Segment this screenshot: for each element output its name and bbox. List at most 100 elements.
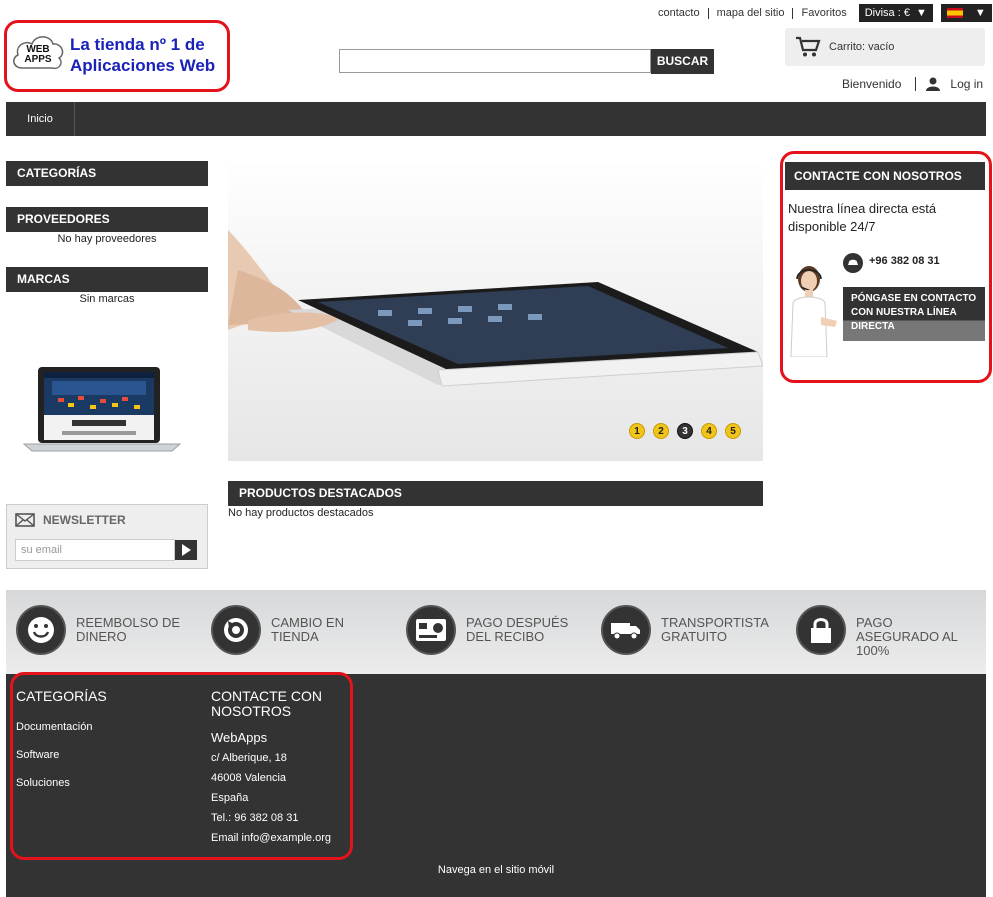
logo-badge-line2: APPS [24, 54, 52, 65]
nav-item-inicio[interactable]: Inicio [6, 102, 75, 136]
smiley-icon [16, 605, 66, 655]
footer-categories-title: CATEGORÍAS [16, 688, 107, 704]
reassurance-label-line: Pago [856, 615, 893, 630]
contact-block-title: CONTACTE CON NOSOTROS [785, 162, 985, 190]
reassurance-label-line: tienda [271, 629, 319, 644]
reassurance-label-line: Reembolso de [76, 615, 181, 630]
contact-button-line1: PÓNGASE EN CONTACTO [851, 293, 977, 304]
cart-label: Carrito: vacío [829, 41, 895, 53]
lock-icon [796, 605, 846, 655]
reassurance-label-line: Cambio en [271, 615, 344, 630]
link-contacto[interactable]: contacto [650, 7, 708, 19]
contact-button-line3: DIRECTA [851, 321, 895, 332]
reassurance-label-line: gratuito [661, 629, 727, 644]
user-icon [926, 77, 941, 91]
slider-dot[interactable]: 1 [629, 423, 645, 439]
currency-label: Divisa : € [864, 7, 910, 19]
reassurance-label-line: Pago después [466, 615, 569, 630]
brands-empty-text: Sin marcas [79, 293, 135, 305]
slider-dot[interactable]: 5 [725, 423, 741, 439]
homepage-slider[interactable]: 1 2 3 4 5 [228, 160, 763, 461]
reassurance-label-line: Transportista [661, 615, 769, 630]
search-input[interactable] [339, 49, 651, 73]
language-dropdown[interactable]: ▼ [940, 4, 992, 22]
reassurance-band: Reembolso de dinero Cambio en tienda Pag… [6, 590, 986, 674]
logo-text-line1: La tienda nº 1 de [70, 35, 205, 54]
envelope-icon [15, 513, 35, 527]
reassurance-label-line: asegurado al [856, 629, 958, 644]
slider-dot[interactable]: 2 [653, 423, 669, 439]
card-icon [406, 605, 456, 655]
cart-summary[interactable]: Carrito: vacío [785, 28, 985, 66]
suppliers-block-title[interactable]: PROVEEDORES [6, 207, 208, 232]
footer-city: 46008 Valencia [211, 772, 287, 784]
reassurance-label: Pago después del recibo [466, 616, 586, 655]
newsletter-submit-button[interactable] [175, 540, 197, 560]
newsletter-block: NEWSLETTER su email [6, 504, 208, 569]
footer-company-name: WebApps [211, 730, 268, 745]
chevron-down-icon: ▼ [915, 7, 927, 19]
footer-contact-title-line: NOSOTROS [211, 703, 292, 719]
link-favoritos[interactable]: Favoritos [792, 7, 854, 19]
featured-empty-text: No hay productos destacados [228, 507, 374, 519]
suppliers-empty-text: No hay proveedores [57, 233, 157, 245]
footer-category-link[interactable]: Soluciones [16, 777, 70, 789]
mobile-site-link[interactable]: Navega en el sitio móvil [6, 864, 986, 876]
phone-icon [843, 253, 863, 273]
featured-products-title: PRODUCTOS DESTACADOS [228, 481, 763, 506]
contact-hotline-button[interactable]: PÓNGASE EN CONTACTO CON NUESTRA LÍNEA DI… [843, 287, 985, 341]
cloud-logo-icon: WEB APPS [13, 36, 64, 70]
login-link[interactable]: Log in [950, 77, 983, 91]
footer-contact-title-line: CONTACTE CON [211, 688, 322, 704]
footer-phone: Tel.: 96 382 08 31 [211, 812, 299, 824]
reassurance-item: Pago asegurado al 100% [796, 605, 976, 658]
reassurance-item: Cambio en tienda [211, 605, 391, 655]
laptop-advertisement-image[interactable] [22, 365, 182, 453]
refresh-icon [211, 605, 261, 655]
logo-text-line2: Aplicaciones Web [70, 56, 216, 75]
footer-contact-title: CONTACTE CON NOSOTROS [211, 689, 322, 719]
reassurance-label-line: del recibo [466, 629, 545, 644]
play-arrow-icon [182, 544, 191, 556]
reassurance-item: Transportista gratuito [601, 605, 781, 655]
reassurance-label: Transportista gratuito [661, 616, 781, 655]
brands-block-title[interactable]: MARCAS [6, 267, 208, 292]
footer-address: c/ Alberique, 18 [211, 752, 287, 764]
newsletter-title: NEWSLETTER [43, 513, 126, 527]
reassurance-label: Pago asegurado al 100% [856, 616, 976, 658]
truck-icon [601, 605, 651, 655]
reassurance-item: Pago después del recibo [406, 605, 586, 655]
reassurance-label-line: dinero [76, 629, 127, 644]
top-links: contacto mapa del sitio Favoritos Divisa… [650, 4, 992, 22]
contact-phone-number: +96 382 08 31 [869, 255, 940, 267]
reassurance-label: Cambio en tienda [271, 616, 391, 655]
cart-icon [796, 36, 821, 57]
currency-dropdown[interactable]: Divisa : € ▼ [858, 4, 933, 22]
slider-pagination: 1 2 3 4 5 [629, 423, 741, 439]
chevron-down-icon: ▼ [974, 7, 986, 19]
divider [915, 77, 917, 91]
slider-dot-active[interactable]: 3 [677, 423, 693, 439]
support-agent-image [790, 266, 837, 357]
reassurance-label: Reembolso de dinero [76, 616, 196, 655]
categories-block-title[interactable]: CATEGORÍAS [6, 161, 208, 186]
contact-button-line2: CON NUESTRA LÍNEA [851, 307, 957, 318]
spain-flag-icon [946, 8, 963, 18]
footer-category-link[interactable]: Documentación [16, 721, 92, 733]
search-button[interactable]: BUSCAR [651, 49, 714, 74]
link-mapa-del-sitio[interactable]: mapa del sitio [707, 7, 793, 19]
tablet-slide-image [228, 230, 763, 387]
reassurance-item: Reembolso de dinero [16, 605, 196, 655]
welcome-text: Bienvenido [842, 77, 902, 91]
newsletter-email-input[interactable]: su email [15, 539, 175, 561]
contact-block-text: Nuestra línea directa está disponible 24… [788, 201, 937, 234]
user-info: Bienvenido Log in [842, 77, 983, 91]
slider-dot[interactable]: 4 [701, 423, 717, 439]
logo-text: La tienda nº 1 de Aplicaciones Web [70, 34, 215, 76]
footer-country: España [211, 792, 249, 804]
reassurance-label-line: 100% [856, 643, 890, 658]
shop-logo[interactable]: WEB APPS La tienda nº 1 de Aplicaciones … [10, 28, 225, 84]
footer-category-link[interactable]: Software [16, 749, 59, 761]
main-nav: Inicio [6, 102, 986, 136]
footer-email[interactable]: Email info@example.org [211, 832, 331, 844]
